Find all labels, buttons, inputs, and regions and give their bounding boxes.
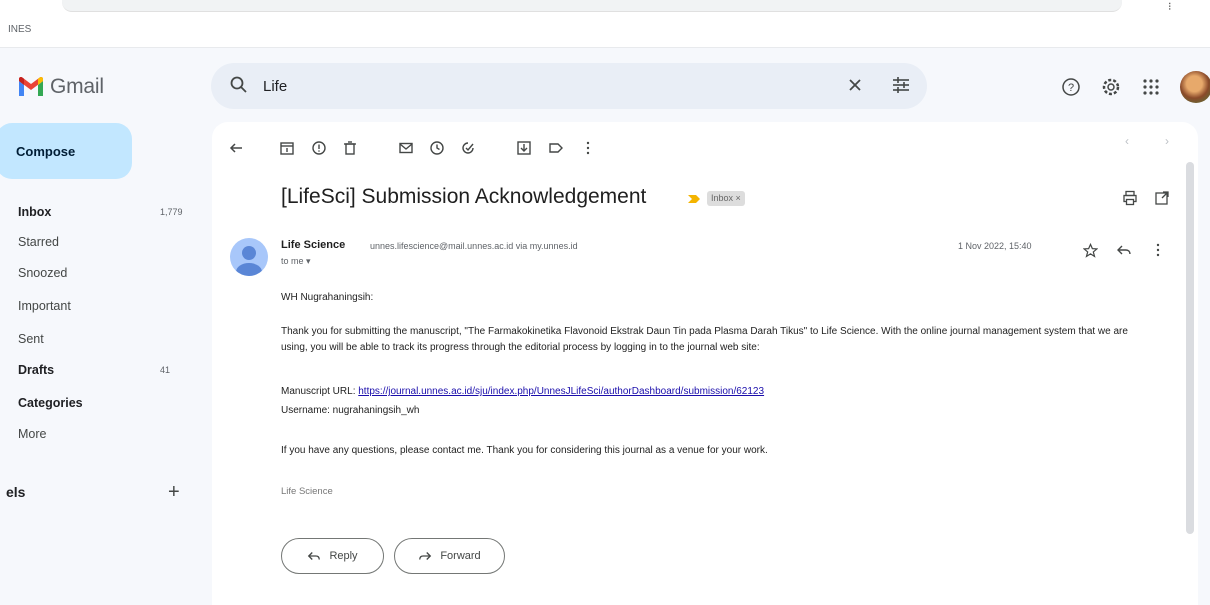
browser-address-bar[interactable] — [62, 0, 1122, 12]
mark-unread-icon[interactable] — [396, 138, 416, 158]
add-task-icon[interactable] — [458, 138, 478, 158]
help-icon[interactable]: ? — [1060, 76, 1082, 98]
compose-button[interactable]: Compose — [0, 123, 132, 179]
reply-icon — [308, 552, 321, 560]
reply-icon[interactable] — [1114, 240, 1134, 260]
sidebar-item-label: Snoozed — [18, 266, 68, 280]
print-icon[interactable] — [1120, 188, 1140, 208]
importance-marker-icon[interactable] — [687, 192, 701, 207]
sidebar-item-label: Inbox — [18, 205, 52, 219]
sidebar-item-label: Drafts — [18, 363, 55, 377]
older-chevron-icon[interactable]: › — [1165, 134, 1169, 148]
search-icon[interactable] — [229, 75, 249, 98]
back-arrow-icon[interactable] — [226, 138, 246, 158]
message-date: 1 Nov 2022, 15:40 — [958, 241, 1032, 251]
delete-icon[interactable] — [340, 138, 360, 158]
email-paragraph-1: Thank you for submitting the manuscript,… — [281, 326, 1128, 353]
gmail-logo-text: Gmail — [50, 75, 104, 98]
email-paragraph-2: If you have any questions, please contac… — [281, 445, 768, 456]
forward-icon — [419, 552, 432, 560]
browser-menu-icon[interactable]: ⁝ — [1168, 0, 1188, 13]
email-view-panel: ‹ › [LifeSci] Submission Acknowledgement… — [212, 122, 1198, 605]
report-spam-icon[interactable] — [309, 138, 329, 158]
snooze-icon[interactable] — [427, 138, 447, 158]
sidebar-item-count: 41 — [160, 365, 171, 375]
recipients-toggle[interactable]: to me ▾ — [281, 256, 311, 267]
sidebar-item-label: Sent — [18, 332, 44, 346]
sidebar-item-label: Starred — [18, 235, 59, 249]
gmail-logo[interactable]: Gmail — [18, 72, 104, 102]
browser-divider — [0, 47, 1210, 48]
email-signature: Life Science — [281, 486, 333, 497]
bookmark-label[interactable]: INES — [8, 24, 31, 35]
forward-button[interactable]: Forward — [394, 538, 505, 574]
sender-avatar[interactable] — [230, 238, 268, 276]
sidebar-item-important[interactable]: Important — [0, 290, 200, 322]
sidebar-item-label: More — [18, 427, 47, 441]
open-in-new-window-icon[interactable] — [1152, 188, 1172, 208]
sidebar-item-categories[interactable]: Categories — [0, 387, 200, 419]
account-avatar[interactable] — [1180, 71, 1210, 103]
gmail-m-icon — [19, 77, 43, 96]
sidebar-item-starred[interactable]: Starred — [0, 226, 200, 258]
email-subject: [LifeSci] Submission Acknowledgement — [281, 185, 647, 208]
username-line: Username: nugrahaningsih_wh — [281, 405, 420, 416]
search-bar[interactable] — [211, 63, 927, 109]
reply-button[interactable]: Reply — [281, 538, 384, 574]
message-more-vert-icon[interactable] — [1148, 240, 1168, 260]
newer-chevron-icon[interactable]: ‹ — [1125, 134, 1129, 148]
move-to-icon[interactable] — [514, 138, 534, 158]
manuscript-url-link[interactable]: https://journal.unnes.ac.id/sju/index.ph… — [358, 386, 764, 397]
sender-name[interactable]: Life Science — [281, 239, 345, 251]
add-label-button[interactable]: + — [168, 478, 180, 506]
sidebar-item-snoozed[interactable]: Snoozed — [0, 257, 200, 289]
forward-button-label: Forward — [440, 550, 481, 562]
archive-icon[interactable] — [277, 138, 297, 158]
svg-text:?: ? — [1068, 82, 1074, 94]
label-icon[interactable] — [546, 138, 566, 158]
sidebar-item-count: 1,779 — [160, 207, 183, 217]
settings-icon[interactable] — [1100, 76, 1122, 98]
more-vert-icon[interactable] — [578, 138, 598, 158]
sidebar-item-sent[interactable]: Sent — [0, 323, 200, 355]
sender-email: unnes.lifescience@mail.unnes.ac.id via m… — [370, 241, 578, 251]
inbox-label-badge[interactable]: Inbox × — [707, 191, 745, 206]
reply-button-label: Reply — [329, 550, 358, 562]
scrollbar[interactable] — [1186, 162, 1194, 534]
clear-search-icon[interactable] — [846, 76, 864, 97]
email-greeting: WH Nugrahaningsih: — [281, 292, 374, 303]
sidebar-item-inbox[interactable]: Inbox 1,779 — [0, 196, 200, 228]
search-options-icon[interactable] — [891, 76, 911, 97]
sidebar-item-label: Important — [18, 299, 71, 313]
browser-top-strip: ⁝ INES — [0, 0, 1210, 48]
search-input[interactable] — [263, 74, 823, 98]
manuscript-url-label: Manuscript URL: — [281, 386, 359, 397]
sidebar-item-drafts[interactable]: Drafts 41 — [0, 354, 200, 386]
sidebar-item-label: Categories — [18, 396, 83, 410]
manuscript-url-line: Manuscript URL: https://journal.unnes.ac… — [281, 384, 1151, 400]
apps-grid-icon[interactable] — [1140, 76, 1162, 98]
sidebar-item-more[interactable]: More — [0, 418, 200, 450]
star-icon[interactable] — [1080, 240, 1100, 260]
